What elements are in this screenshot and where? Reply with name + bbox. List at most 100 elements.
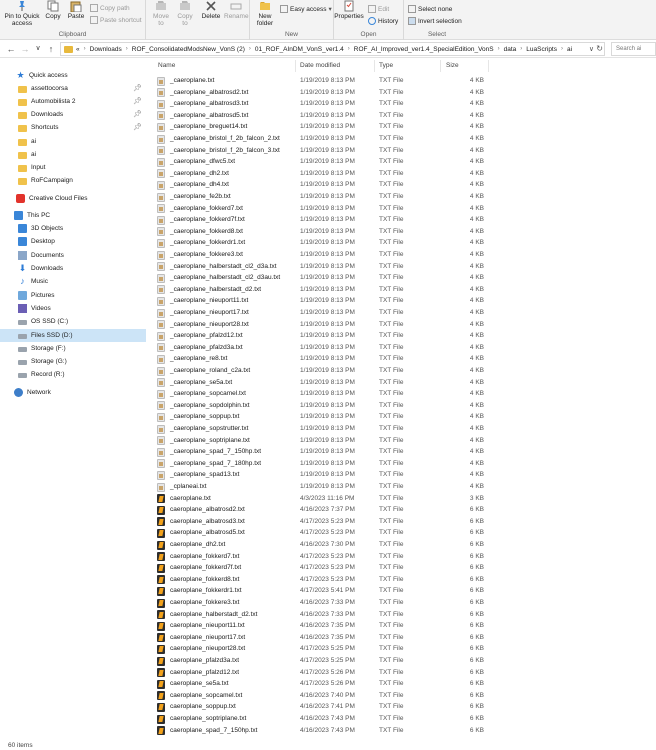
file-row[interactable]: caeroplane_fokkerdr1.txt 4/17/2023 5:41 P… [152, 585, 656, 597]
file-row[interactable]: caeroplane_fokkerd7f.txt 4/17/2023 5:23 P… [152, 562, 656, 574]
file-row[interactable]: _caeroplane_dh4.txt 1/19/2019 8:13 PM TXT … [152, 179, 656, 191]
file-row[interactable]: _caeroplane_fokkerd7f.txt 1/19/2019 8:13 … [152, 214, 656, 226]
paste-shortcut-button[interactable]: Paste shortcut [90, 16, 142, 24]
file-row[interactable]: _caeroplane_nieuport17.txt 1/19/2019 8:13… [152, 307, 656, 319]
nav-drive-g[interactable]: Storage (G:) [0, 355, 146, 368]
edit-button[interactable]: Edit [368, 5, 389, 13]
file-row[interactable]: caeroplane_nieuport17.txt 4/16/2023 7:35 … [152, 632, 656, 644]
rename-button[interactable]: Rename [224, 0, 249, 20]
move-to-button[interactable]: Move to [150, 0, 172, 27]
delete-button[interactable]: Delete [200, 0, 222, 20]
file-row[interactable]: _caeroplane_bristol_f_2b_falcon_2.txt 1/1… [152, 133, 656, 145]
file-row[interactable]: _caeroplane_dh2.txt 1/19/2019 8:13 PM TXT … [152, 168, 656, 180]
file-row[interactable]: caeroplane_dh2.txt 4/16/2023 7:30 PM TXT F… [152, 539, 656, 551]
file-row[interactable]: caeroplane_se5a.txt 4/17/2023 5:26 PM TXT … [152, 678, 656, 690]
file-row[interactable]: _caeroplane_albatrosd5.txt 1/19/2019 8:13… [152, 110, 656, 122]
nav-this-pc[interactable]: This PC [0, 209, 146, 222]
file-row[interactable]: caeroplane_nieuport28.txt 4/17/2023 5:25 … [152, 643, 656, 655]
file-row[interactable]: caeroplane_halberstadt_d2.txt 4/16/2023 7… [152, 609, 656, 621]
file-row[interactable]: _caeroplane_spad_7_150hp.txt 1/19/2019 8:… [152, 446, 656, 458]
invert-selection-button[interactable]: Invert selection [408, 17, 462, 25]
file-row[interactable]: caeroplane_albatrosd3.txt 4/17/2023 5:23 … [152, 516, 656, 528]
breadcrumb-item[interactable]: ROF_AI_Improved_ver1.4_SpecialEdition_Vo… [354, 46, 494, 53]
nav-item-rofcampaign[interactable]: RoFCampaign [0, 174, 146, 187]
paste-button[interactable]: Paste [66, 0, 86, 20]
nav-network[interactable]: Network [0, 386, 146, 399]
file-row[interactable]: _caeroplane_fokkere3.txt 1/19/2019 8:13 P… [152, 249, 656, 261]
nav-quick-access[interactable]: ★ Quick access [0, 69, 146, 82]
column-header-name[interactable]: Name [158, 62, 175, 69]
breadcrumb-item[interactable]: ROF_ConsolidatedModsNew_VonS (2) [132, 46, 245, 53]
column-header-date[interactable]: Date modified [300, 62, 340, 69]
file-row[interactable]: _caeroplane_soptriplane.txt 1/19/2019 8:1… [152, 435, 656, 447]
file-row[interactable]: caeroplane_pfalzd12.txt 4/17/2023 5:26 PM… [152, 667, 656, 679]
file-row[interactable]: caeroplane_spad_7_150hp.txt 4/16/2023 7:4… [152, 725, 656, 737]
file-row[interactable]: _caeroplane_albatrosd3.txt 1/19/2019 8:13… [152, 98, 656, 110]
file-row[interactable]: _caeroplane_re8.txt 1/19/2019 8:13 PM TXT … [152, 353, 656, 365]
breadcrumb-item[interactable]: 01_ROF_AInDM_VonS_ver1.4 [255, 46, 344, 53]
file-row[interactable]: _caeroplane_halberstadt_d2.txt 1/19/2019 … [152, 284, 656, 296]
column-header-type[interactable]: Type [379, 62, 393, 69]
copy-to-button[interactable]: Copy to [174, 0, 196, 27]
file-row[interactable]: _caeroplane_nieuport11.txt 1/19/2019 8:13… [152, 295, 656, 307]
properties-button[interactable]: Properties [334, 0, 364, 20]
file-row[interactable]: caeroplane_pfalzd3a.txt 4/17/2023 5:25 PM… [152, 655, 656, 667]
nav-item-music[interactable]: ♪ Music [0, 275, 146, 288]
file-row[interactable]: caeroplane_albatrosd2.txt 4/16/2023 7:37 … [152, 504, 656, 516]
breadcrumb-item[interactable]: ai [567, 46, 572, 53]
history-button[interactable]: History [368, 17, 398, 25]
file-row[interactable]: _caeroplane_halberstadt_cl2_d3a.txt 1/19/… [152, 261, 656, 273]
nav-item-desktop[interactable]: Desktop [0, 235, 146, 248]
file-row[interactable]: _caeroplane_spad_7_180hp.txt 1/19/2019 8:… [152, 458, 656, 470]
nav-item-3d-objects[interactable]: 3D Objects [0, 222, 146, 235]
file-row[interactable]: caeroplane_fokkerd7.txt 4/17/2023 5:23 PM… [152, 551, 656, 563]
column-divider[interactable] [295, 60, 296, 72]
file-row[interactable]: _caeroplane_sopstrutter.txt 1/19/2019 8:1… [152, 423, 656, 435]
recent-locations-button[interactable]: ∨ [33, 43, 43, 55]
file-row[interactable]: caeroplane_sopcamel.txt 4/16/2023 7:40 PM… [152, 690, 656, 702]
file-row[interactable]: caeroplane.txt 4/3/2023 11:16 PM TXT File 3… [152, 493, 656, 505]
copy-button[interactable]: Copy [44, 0, 62, 20]
nav-item-assettocorsa[interactable]: assettocorsa 📌︎ [0, 82, 146, 95]
file-row[interactable]: _caeroplane_fokkerd8.txt 1/19/2019 8:13 P… [152, 226, 656, 238]
file-row[interactable]: _caeroplane_se5a.txt 1/19/2019 8:13 PM TXT… [152, 377, 656, 389]
nav-item-pictures[interactable]: Pictures [0, 289, 146, 302]
nav-item-automobilista-2[interactable]: Automobilista 2 📌︎ [0, 95, 146, 108]
file-row[interactable]: caeroplane_fokkerd8.txt 4/17/2023 5:23 PM… [152, 574, 656, 586]
new-folder-button[interactable]: New folder [254, 0, 276, 27]
file-row[interactable]: _caeroplane_fe2b.txt 1/19/2019 8:13 PM TXT… [152, 191, 656, 203]
file-row[interactable]: caeroplane_fokkere3.txt 4/16/2023 7:33 PM… [152, 597, 656, 609]
address-dropdown-icon[interactable]: ∨ [589, 45, 594, 53]
up-button[interactable]: ↑ [46, 43, 56, 55]
back-button[interactable]: ← [6, 43, 16, 55]
copy-path-button[interactable]: Copy path [90, 4, 130, 12]
file-row[interactable]: caeroplane_soppup.txt 4/16/2023 7:41 PM TX… [152, 701, 656, 713]
column-header-size[interactable]: Size [446, 62, 459, 69]
nav-item-videos[interactable]: Videos [0, 302, 146, 315]
file-row[interactable]: _caeroplane_spad13.txt 1/19/2019 8:13 PM T… [152, 469, 656, 481]
address-bar[interactable]: « › Downloads › ROF_ConsolidatedModsNew_… [60, 42, 605, 56]
file-row[interactable]: caeroplane_nieuport11.txt 4/16/2023 7:35 … [152, 620, 656, 632]
nav-item-documents[interactable]: Documents [0, 249, 146, 262]
nav-item-ai[interactable]: ai [0, 148, 146, 161]
nav-creative-cloud-files[interactable]: Creative Cloud Files [0, 192, 146, 205]
file-row[interactable]: _caeroplane_sopdolphin.txt 1/19/2019 8:13… [152, 400, 656, 412]
breadcrumb-item[interactable]: LuaScripts [526, 46, 557, 53]
file-row[interactable]: _caeroplane_soppup.txt 1/19/2019 8:13 PM T… [152, 411, 656, 423]
file-row[interactable]: _caeroplane_fokkerdr1.txt 1/19/2019 8:13 … [152, 237, 656, 249]
file-row[interactable]: _caeroplane_pfalzd12.txt 1/19/2019 8:13 P… [152, 330, 656, 342]
nav-item-ai[interactable]: ai [0, 135, 146, 148]
file-row[interactable]: caeroplane_soptriplane.txt 4/16/2023 7:43… [152, 713, 656, 725]
nav-item-downloads[interactable]: ⬇ Downloads [0, 262, 146, 275]
nav-drive-r[interactable]: Record (R:) [0, 368, 146, 381]
file-row[interactable]: _caeroplane_pfalzd3a.txt 1/19/2019 8:13 P… [152, 342, 656, 354]
column-divider[interactable] [488, 60, 489, 72]
nav-item-shortcuts[interactable]: Shortcuts 📌︎ [0, 121, 146, 134]
search-input[interactable]: Search ai [611, 42, 656, 56]
nav-drive-c[interactable]: OS SSD (C:) [0, 315, 146, 328]
file-row[interactable]: _caeroplane_albatrosd2.txt 1/19/2019 8:13… [152, 87, 656, 99]
file-row[interactable]: _caeroplane_bristol_f_2b_falcon_3.txt 1/1… [152, 145, 656, 157]
nav-drive-f[interactable]: Storage (F:) [0, 342, 146, 355]
breadcrumb-item[interactable]: data [504, 46, 517, 53]
file-row[interactable]: _caeroplane_roland_c2a.txt 1/19/2019 8:13… [152, 365, 656, 377]
